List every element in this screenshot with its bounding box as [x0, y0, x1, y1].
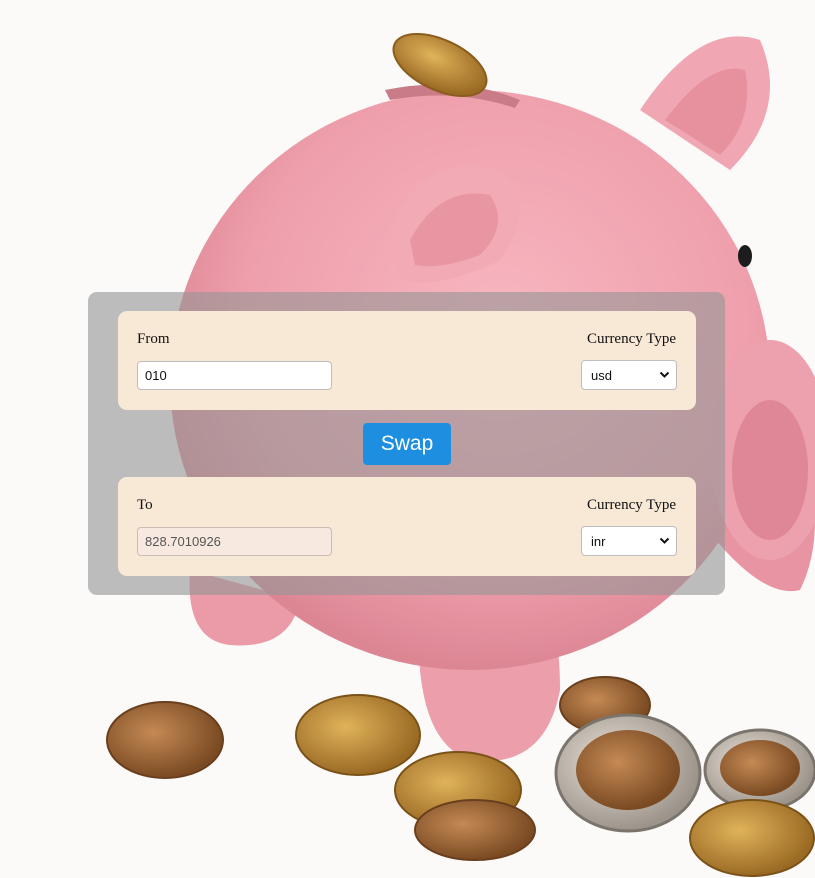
to-currency-select[interactable]: inr [581, 526, 677, 556]
chevron-down-icon [659, 537, 670, 544]
from-section: From Currency Type usd [118, 311, 696, 410]
from-currency-selected: usd [591, 367, 612, 383]
to-currency-type-label: Currency Type [586, 497, 676, 513]
to-currency-selected: inr [591, 533, 606, 549]
from-label: From [137, 331, 170, 347]
from-amount-input[interactable] [137, 361, 332, 390]
to-section: To Currency Type inr [118, 477, 696, 576]
to-label: To [137, 497, 153, 513]
from-currency-type-label: Currency Type [586, 331, 676, 347]
to-amount-output [137, 527, 332, 556]
swap-button[interactable]: Swap [363, 423, 451, 465]
chevron-down-icon [659, 371, 670, 378]
converter-panel: From Currency Type usd Swap To Currency … [88, 292, 725, 595]
from-currency-select[interactable]: usd [581, 360, 677, 390]
